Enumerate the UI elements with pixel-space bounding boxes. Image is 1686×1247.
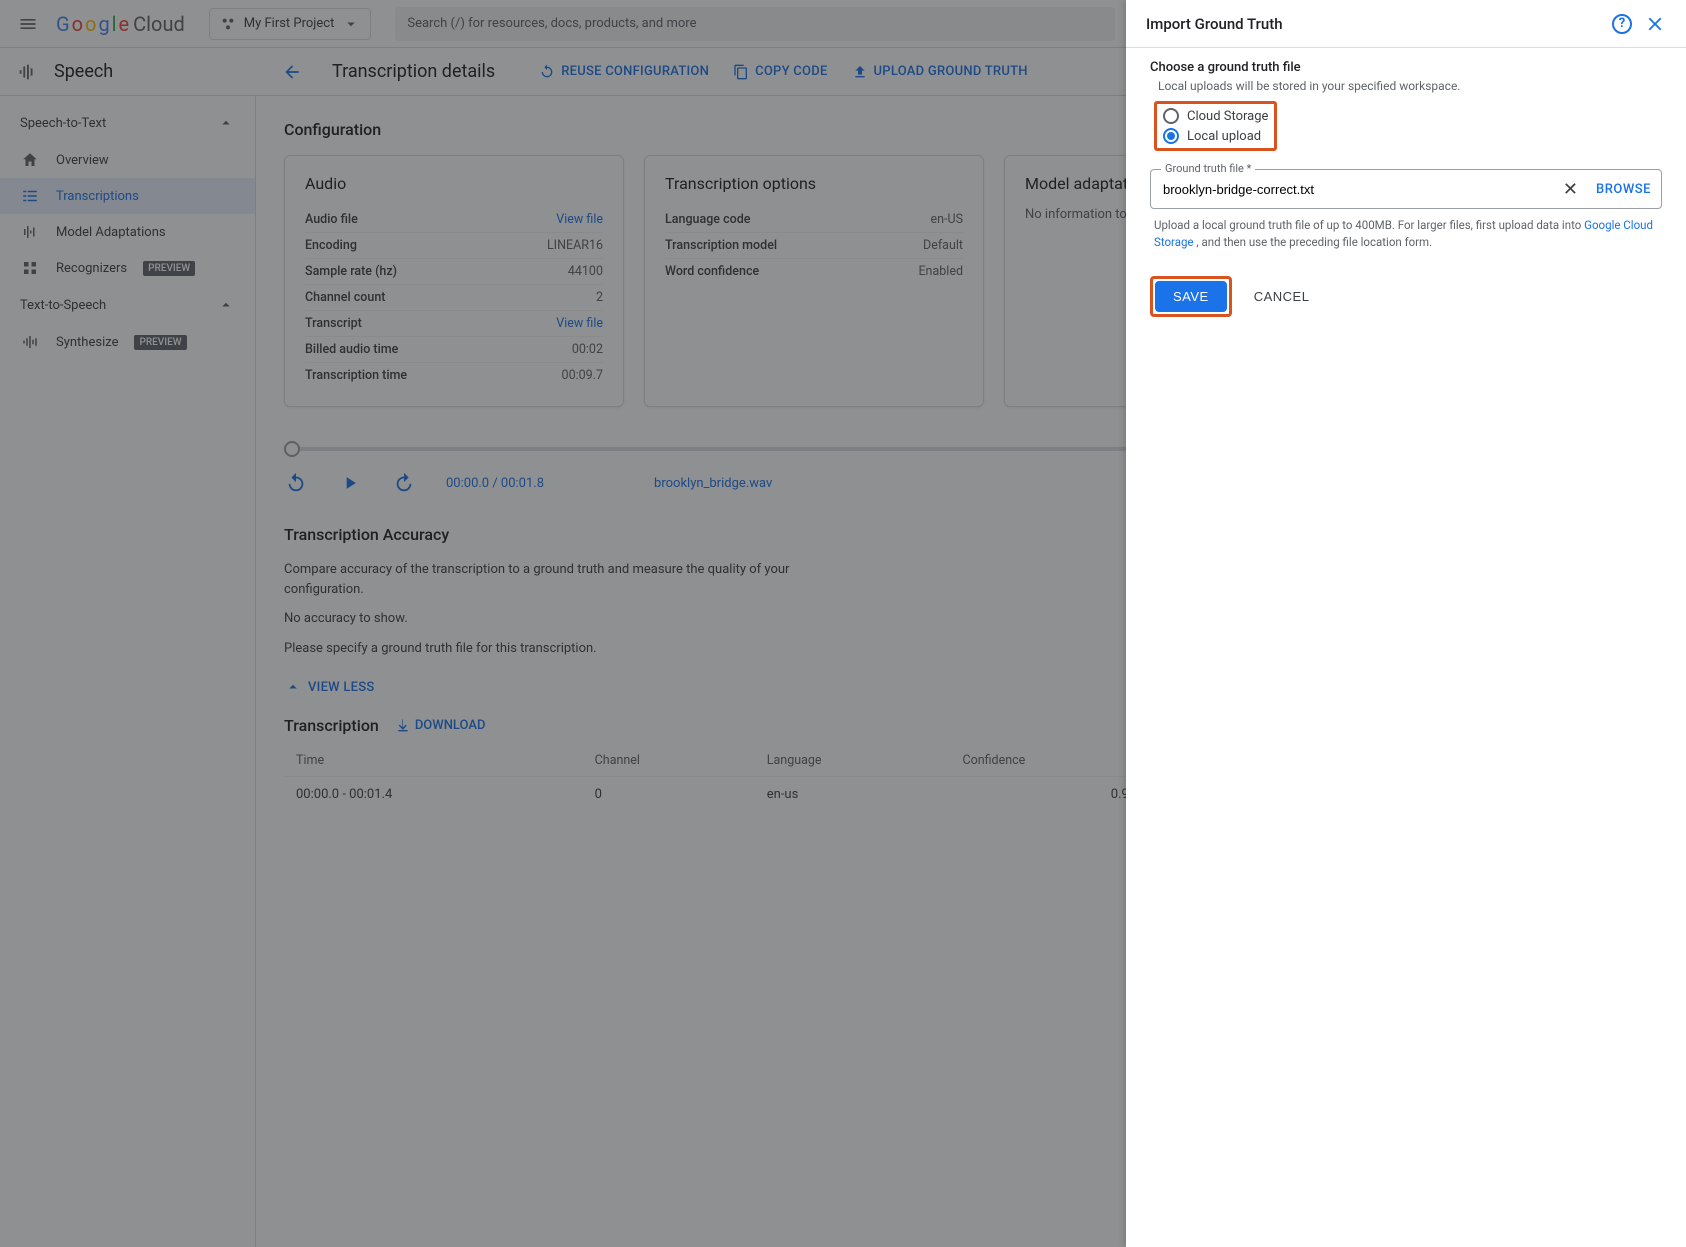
radio-checked-icon bbox=[1163, 128, 1179, 144]
help-icon[interactable]: ? bbox=[1612, 14, 1632, 34]
close-icon[interactable] bbox=[1644, 13, 1666, 35]
helper-text: Upload a local ground truth file of up t… bbox=[1154, 217, 1658, 252]
radio-group-highlight: Cloud Storage Local upload bbox=[1154, 101, 1277, 151]
choose-label: Choose a ground truth file bbox=[1150, 60, 1662, 75]
save-button[interactable]: SAVE bbox=[1155, 281, 1227, 312]
clear-icon[interactable]: ✕ bbox=[1555, 179, 1586, 200]
import-drawer: Import Ground Truth ? Choose a ground tr… bbox=[1126, 0, 1686, 1247]
cancel-button[interactable]: CANCEL bbox=[1244, 281, 1320, 312]
browse-button[interactable]: BROWSE bbox=[1586, 182, 1651, 197]
radio-unchecked-icon bbox=[1163, 108, 1179, 124]
ground-truth-file-input[interactable] bbox=[1163, 182, 1555, 197]
drawer-title: Import Ground Truth bbox=[1146, 15, 1283, 33]
radio-local-upload[interactable]: Local upload bbox=[1159, 126, 1272, 146]
modal-dimmer[interactable] bbox=[0, 0, 1256, 1247]
radio-cloud-storage[interactable]: Cloud Storage bbox=[1159, 106, 1272, 126]
save-button-highlight: SAVE bbox=[1150, 276, 1232, 317]
ground-truth-file-field: Ground truth file * ✕ BROWSE bbox=[1150, 169, 1662, 209]
